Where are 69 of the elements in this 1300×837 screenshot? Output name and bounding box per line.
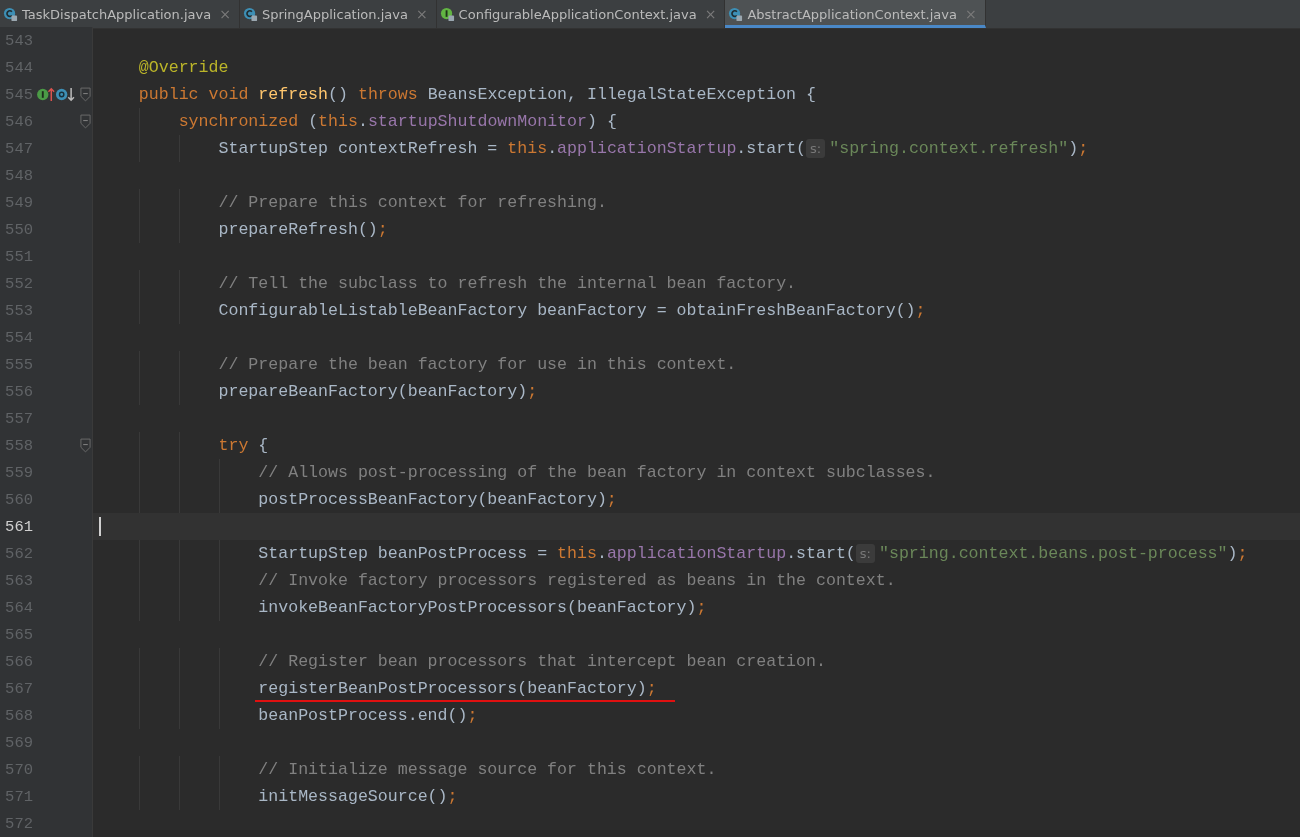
field-name: startupShutdownMonitor <box>367 112 587 131</box>
code-text: ) { <box>587 112 617 131</box>
keyword: ; <box>467 706 478 725</box>
keyword: ; <box>1078 139 1089 158</box>
code-text: ConfigurableListableBeanFactory beanFactory = obtainFreshBeanFactory() <box>217 301 916 320</box>
line-number: 561 <box>4 517 33 536</box>
code-text: ) <box>1068 139 1079 158</box>
method-name: refresh <box>258 85 329 104</box>
field-name: applicationStartup <box>557 139 737 158</box>
fold-icon[interactable] <box>80 114 91 129</box>
code-text: ) <box>1227 544 1238 563</box>
string-literal: "spring.context.refresh" <box>829 139 1069 158</box>
class-file-icon <box>242 6 258 22</box>
code-text: registerBeanPostProcessors(beanFactory) <box>257 679 647 698</box>
code-comment: // Initialize message source for this context. <box>257 760 717 779</box>
code-comment: // Prepare this context for refreshing. <box>217 193 607 212</box>
code-text: initMessageSource() <box>257 787 448 806</box>
code-text: .start( <box>736 139 807 158</box>
keyword: ; <box>606 490 617 509</box>
code-comment: // Allows post-processing of the bean factory in context subclasses. <box>257 463 936 482</box>
close-tab-button[interactable]: × <box>415 6 428 22</box>
code-text: StartupStep beanPostProcess = <box>257 544 549 563</box>
code-comment: // Tell the subclass to refresh the internal bean factory. <box>217 274 797 293</box>
code-text: ( <box>308 112 319 131</box>
keyword: throws <box>357 85 419 104</box>
code-comment: // Prepare the bean factory for use in this context. <box>217 355 737 374</box>
field-name: applicationStartup <box>606 544 787 563</box>
string-literal: "spring.context.beans.post-process" <box>879 544 1228 563</box>
code-text: BeansException, IllegalStateException { <box>427 85 816 104</box>
code-comment: // Register bean processors that intercept bean creation. <box>257 652 826 671</box>
keyword: this <box>318 112 358 131</box>
keyword: ; <box>646 679 657 698</box>
fold-icon[interactable] <box>80 438 91 453</box>
class-file-icon <box>728 6 744 22</box>
keyword: ; <box>377 220 388 239</box>
keyword: ; <box>1237 544 1248 563</box>
code-text: prepareRefresh() <box>217 220 378 239</box>
class-file-icon <box>3 6 18 22</box>
editor-tab[interactable]: AbstractApplicationContext.java × <box>725 0 986 28</box>
implements-overridden-icon[interactable] <box>36 86 76 103</box>
keyword: public void <box>137 85 250 104</box>
keyword: ; <box>915 301 926 320</box>
code-text: . <box>547 139 558 158</box>
code-text: . <box>357 112 368 131</box>
code-text: () <box>328 85 349 104</box>
keyword: ; <box>447 787 458 806</box>
code-text: { <box>258 436 269 455</box>
parameter-hint: s: <box>806 139 826 158</box>
code-text: prepareBeanFactory(beanFactory) <box>217 382 528 401</box>
close-tab-button[interactable]: × <box>219 6 231 22</box>
code-text: .start( <box>786 544 856 563</box>
keyword: this <box>557 544 597 563</box>
keyword: ; <box>527 382 538 401</box>
editor-tab[interactable]: SpringApplication.java × <box>239 0 437 28</box>
code-text: StartupStep contextRefresh = <box>217 139 499 158</box>
code-text: . <box>596 544 607 563</box>
close-tab-button[interactable]: × <box>704 6 717 22</box>
interface-file-icon <box>439 6 455 22</box>
parameter-hint: s: <box>855 544 875 563</box>
code-text: beanPostProcess.end() <box>257 706 468 725</box>
code-comment: // Invoke factory processors registered as beans in the context. <box>257 571 896 590</box>
annotation: @Override <box>137 58 229 77</box>
keyword: try <box>217 436 250 455</box>
keyword: ; <box>696 598 707 617</box>
code-text: postProcessBeanFactory(beanFactory) <box>257 490 607 509</box>
keyword: synchronized <box>177 112 300 131</box>
code-text: invokeBeanFactoryPostProcessors(beanFactory) <box>257 598 697 617</box>
fold-icon[interactable] <box>80 87 91 102</box>
keyword: this <box>507 139 548 158</box>
